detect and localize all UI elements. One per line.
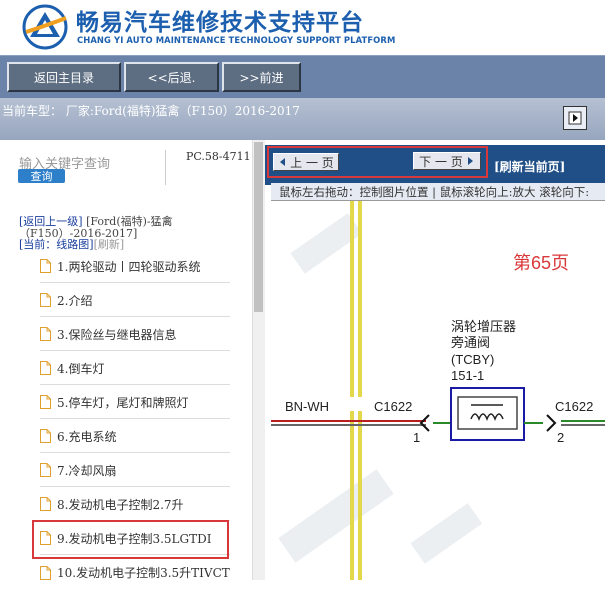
component-ref: 151-1 [451,368,484,383]
document-icon [40,361,51,375]
arrow-right-icon [568,111,582,125]
component-name: 涡轮增压器 [451,320,516,335]
toc-item-label: 1.两轮驱动丨四轮驱动系统 [57,259,201,274]
toc-item-label: 3.保险丝与继电器信息 [57,327,177,342]
toc-item-label: 5.停车灯，尾灯和牌照灯 [57,395,189,410]
selected-item-highlight [32,520,229,559]
toc-item[interactable]: 2.介绍 [40,284,230,317]
document-icon [40,293,51,307]
site-subtitle: CHANG YI AUTO MAINTENANCE TECHNOLOGY SUP… [77,35,396,45]
document-icon [40,497,51,511]
logo-icon [22,4,68,50]
forward-button[interactable]: >>前进 [222,62,301,92]
connector-left-label: C1622 [374,399,412,414]
vehicle-bar: 当前车型： 厂家:Ford(福特)猛禽（F150）2016-2017 [0,98,605,140]
yellow-wire [350,201,362,580]
divider [165,150,166,185]
pc-code: PC.58-4711 [186,150,251,163]
viewer-hint: 鼠标左右拖动：控制图片位置 | 鼠标滚轮向上:放大 滚轮向下: [271,183,605,201]
connector-left-icon [419,414,430,432]
toolbar: 返回主目录 <<后退. >>前进 [0,55,605,98]
document-icon [40,429,51,443]
document-icon [40,259,51,273]
document-icon [40,565,51,580]
toc-item-label: 4.倒车灯 [57,361,105,376]
toc-item[interactable]: 4.倒车灯 [40,352,230,385]
toc-item-label: 8.发动机电子控制2.7升 [57,497,184,512]
document-icon [40,327,51,341]
wiring-diagram[interactable]: 第65页 涡轮增压器 旁通阀 (TCBY) 151-1 BN-WH C1622 … [271,201,605,580]
panel-toggle-button[interactable] [563,106,587,130]
current-vehicle-label: 当前车型： 厂家:Ford(福特)猛禽（F150）2016-2017 [2,104,300,118]
home-button[interactable]: 返回主目录 [7,62,121,92]
component-line2: 旁通阀 [451,335,490,351]
refresh-page-link[interactable]: [刷新当前页] [494,158,565,175]
toc-item-label: 7.冷却风扇 [57,463,117,478]
left-scrollbar-thumb[interactable] [254,142,263,312]
document-icon [40,463,51,477]
header: 畅易汽车维修技术支持平台 CHANG YI AUTO MAINTENANCE T… [0,0,605,55]
diagram-svg: 第65页 涡轮增压器 旁通阀 (TCBY) 151-1 BN-WH C1622 … [271,201,605,580]
toc-item-label: 10.发动机电子控制3.5升TIVCT [57,566,230,580]
search-button[interactable]: 查询 [18,169,65,183]
pin-left-label: 1 [413,430,420,445]
toc-item[interactable]: 5.停车灯，尾灯和牌照灯 [40,386,230,419]
toc-item[interactable]: 6.充电系统 [40,420,230,453]
wire-color-label: BN-WH [285,399,329,414]
site-title: 畅易汽车维修技术支持平台 [76,10,364,36]
toc-item[interactable]: 7.冷却风扇 [40,454,230,487]
toc-item[interactable]: 1.两轮驱动丨四轮驱动系统 [40,250,230,283]
component-code: (TCBY) [451,352,494,367]
toc-item-label: 6.充电系统 [57,429,117,444]
toc-item[interactable]: 10.发动机电子控制3.5升TIVCT [40,556,230,589]
connector-right-icon [546,414,557,432]
page-number: 第65页 [513,253,569,273]
document-icon [40,395,51,409]
toc-item[interactable]: 3.保险丝与继电器信息 [40,318,230,351]
connector-right-label: C1622 [555,399,593,414]
page-nav-highlight [267,146,488,178]
toc-item-label: 2.介绍 [57,293,93,308]
back-button[interactable]: <<后退. [124,62,219,92]
toc-item[interactable]: 8.发动机电子控制2.7升 [40,488,230,521]
pin-right-label: 2 [557,430,564,445]
